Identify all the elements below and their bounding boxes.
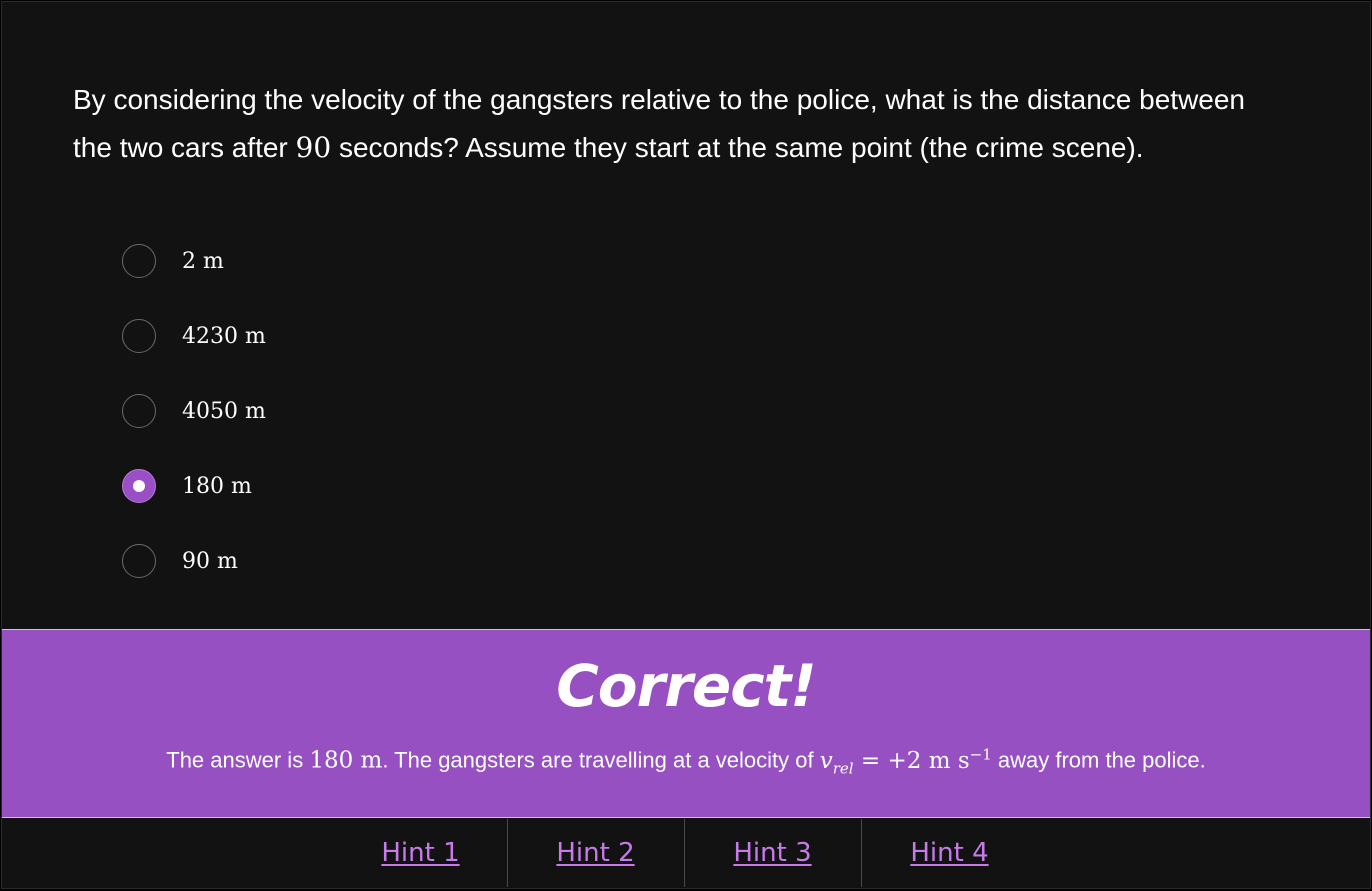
radio-button[interactable]: [122, 544, 156, 578]
feedback-text-1: The answer is: [166, 747, 310, 773]
question-text: By considering the velocity of the gangs…: [73, 76, 1273, 172]
option-label: 2 m: [182, 248, 224, 274]
hint-4-link[interactable]: Hint 4: [862, 819, 1038, 887]
feedback-math-answer: 180 m: [309, 747, 383, 774]
hint-2-link[interactable]: Hint 2: [508, 819, 685, 887]
feedback-explanation: The answer is 180 m. The gangsters are t…: [2, 745, 1370, 777]
answer-option-4230m[interactable]: 4230 m: [122, 317, 266, 355]
question-math-seconds: 90: [295, 131, 332, 164]
velocity-unit-exponent: −1: [969, 745, 992, 763]
answer-option-2m[interactable]: 2 m: [122, 242, 266, 280]
feedback-text-2: . The gangsters are travelling at a velo…: [382, 747, 820, 773]
radio-button[interactable]: [122, 319, 156, 353]
option-label: 180 m: [182, 473, 252, 499]
radio-button-selected[interactable]: [122, 469, 156, 503]
answer-options: 2 m 4230 m 4050 m 180 m 90 m: [122, 242, 266, 617]
hint-1-link[interactable]: Hint 1: [335, 819, 508, 887]
radio-button[interactable]: [122, 394, 156, 428]
answer-option-90m[interactable]: 90 m: [122, 542, 266, 580]
feedback-math-velocity-value: = +2 m s−1: [853, 745, 992, 774]
answer-option-180m[interactable]: 180 m: [122, 467, 266, 505]
velocity-symbol: v: [819, 747, 833, 774]
feedback-title: Correct!: [556, 652, 817, 720]
hint-3-link[interactable]: Hint 3: [685, 819, 862, 887]
velocity-value: = +2 m s: [853, 747, 970, 774]
feedback-banner: Correct! The answer is 180 m. The gangst…: [2, 629, 1370, 818]
feedback-math-velocity-symbol: vrel: [819, 747, 854, 778]
radio-button[interactable]: [122, 244, 156, 278]
hints-bar: Hint 1 Hint 2 Hint 3 Hint 4: [2, 819, 1370, 887]
option-label: 4230 m: [182, 323, 266, 349]
question-text-end: seconds? Assume they start at the same p…: [331, 132, 1144, 163]
radio-selected-dot: [133, 480, 145, 492]
velocity-subscript: rel: [832, 759, 854, 778]
feedback-text-3: away from the police.: [991, 747, 1206, 773]
option-label: 90 m: [182, 548, 238, 574]
answer-option-4050m[interactable]: 4050 m: [122, 392, 266, 430]
option-label: 4050 m: [182, 398, 266, 424]
quiz-frame: By considering the velocity of the gangs…: [1, 1, 1371, 889]
